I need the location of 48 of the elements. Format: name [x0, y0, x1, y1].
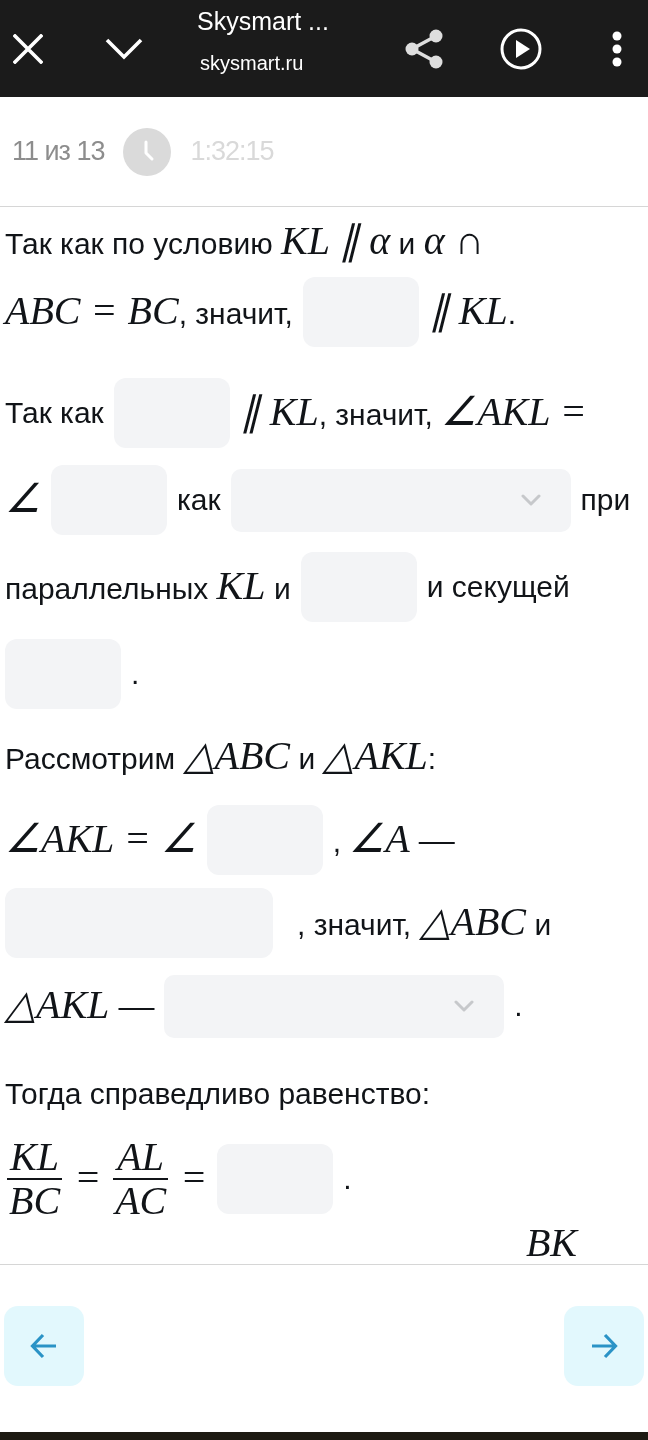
more-options-button[interactable]	[612, 29, 622, 68]
task-text: BK	[525, 1223, 577, 1264]
task-text: ABC = BC, значит,	[5, 290, 293, 334]
clock-icon	[122, 127, 171, 176]
task-text: как	[177, 482, 221, 518]
question-counter: 11 из 13	[12, 135, 105, 169]
task-text: ∠	[5, 478, 41, 522]
play-icon	[500, 27, 542, 70]
arrow-left-icon	[30, 1332, 58, 1360]
task-text: ∥ KL.	[428, 290, 517, 334]
answer-dropdown[interactable]	[230, 468, 571, 532]
answer-dropdown[interactable]	[164, 974, 505, 1038]
task-text: и секущей	[426, 569, 570, 605]
chevron-down-icon	[105, 37, 143, 60]
chevron-down-icon	[454, 1000, 475, 1012]
task-text: =	[180, 1157, 208, 1201]
task-text: , ∠A —	[332, 818, 455, 862]
collapse-button[interactable]	[105, 36, 143, 61]
task-text: =	[74, 1157, 102, 1201]
task-text: ∥ KL, значит, ∠AKL =	[239, 391, 587, 435]
play-button[interactable]	[500, 27, 542, 70]
close-button[interactable]	[12, 32, 44, 65]
back-button[interactable]	[4, 1306, 84, 1386]
task-text: △AKL —	[5, 984, 155, 1028]
share-button[interactable]	[405, 28, 443, 69]
arrow-right-icon	[590, 1332, 618, 1360]
task-text: при	[580, 482, 631, 518]
task-text: параллельных KL и	[5, 565, 291, 609]
task-text: Тогда справедливо равенство:	[5, 1076, 430, 1112]
task-text: Так как по условию KL ∥ α и α ∩	[5, 220, 484, 264]
task-text: Рассмотрим △ABC и △AKL:	[5, 735, 437, 779]
fraction-numerator: KL	[8, 1137, 61, 1177]
task-text: , значит, △ABC и	[297, 901, 552, 945]
task-text: .	[514, 988, 523, 1024]
fraction-denominator: AC	[113, 1181, 168, 1221]
close-icon	[13, 33, 43, 64]
page-url: skysmart.ru	[200, 51, 305, 76]
task-text: Так как	[5, 395, 104, 431]
chevron-down-icon	[520, 494, 541, 506]
page-title: Skysmart ...	[197, 6, 330, 37]
fraction-denominator: BC	[8, 1181, 62, 1221]
fraction-numerator: AL	[115, 1137, 166, 1177]
task-text: .	[131, 656, 140, 692]
task-text: .	[343, 1161, 352, 1197]
task-text: ∠AKL = ∠	[5, 818, 197, 862]
next-button[interactable]	[564, 1306, 644, 1386]
share-icon	[405, 28, 443, 69]
more-options-icon	[612, 30, 622, 67]
